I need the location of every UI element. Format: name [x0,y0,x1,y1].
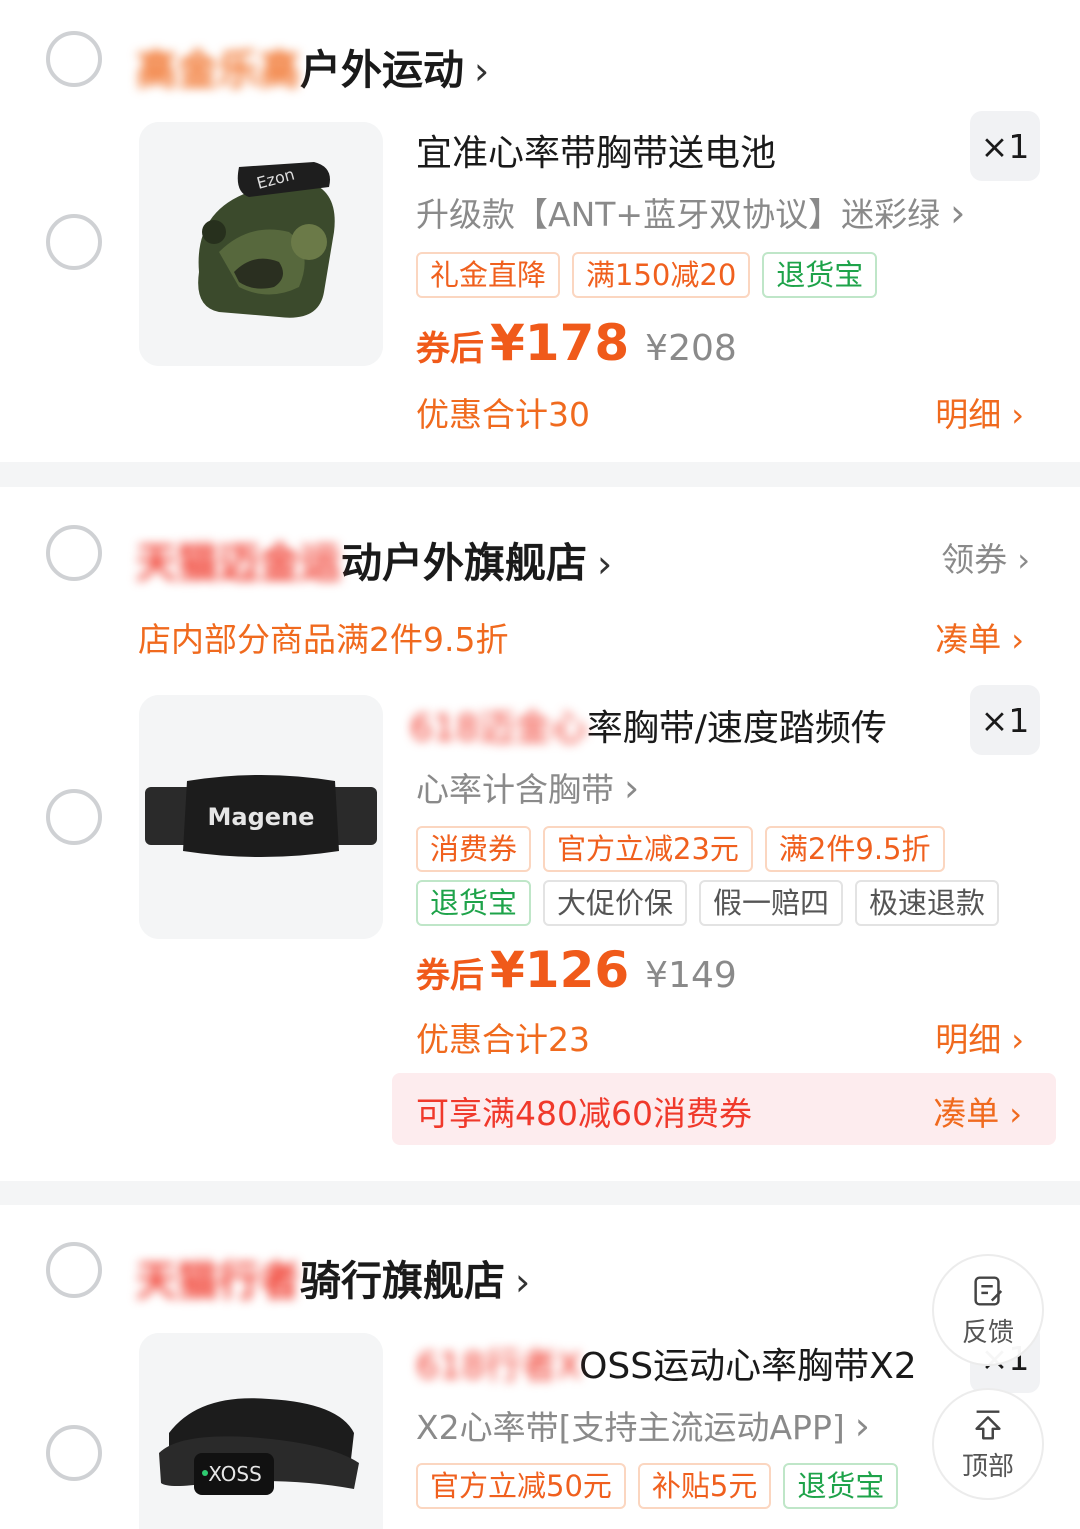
product-title-blurred: 618行者X [416,1346,580,1387]
svg-text:Magene: Magene [208,803,315,831]
chevron-right-icon: › [597,542,613,586]
shop-name[interactable]: 高金乐高户外运动 › [136,36,489,96]
product-spec-label: 升级款【ANT+蓝牙双协议】迷彩绿 [416,195,941,234]
tag-discount: 满150减20 [572,252,751,298]
product-image[interactable]: Magene [139,695,383,939]
coupon-combine-label: 凑单 [933,1094,1000,1133]
shop-select-radio[interactable] [46,31,102,87]
get-coupon-link[interactable]: 领券 › [941,533,1030,581]
product-title-blurred: 618迈金心 [410,708,587,749]
tag-subsidy: 补贴5元 [637,1463,772,1509]
item-select-radio[interactable] [46,789,102,845]
chevron-right-icon: › [515,1260,531,1304]
tag-gift-cash: 礼金直降 [416,252,561,298]
promo-tags-row1: 消费券 官方立减23元 满2件9.5折 [416,826,945,872]
tag-official-discount: 官方立减50元 [416,1463,626,1509]
saving-total: 优惠合计23 [416,1020,590,1059]
chevron-right-icon: › [624,766,640,810]
promo-tags: 官方立减50元 补贴5元 退货宝 [416,1463,899,1509]
combine-order-label: 凑单 [935,620,1002,659]
product-title[interactable]: 618行者XOSS运动心率胸带X2 [416,1337,917,1389]
shop-name[interactable]: 天猫迈金运动户外旗舰店 › [136,529,612,589]
tag-consumer-coupon: 消费券 [416,826,532,872]
item-select-radio[interactable] [46,214,102,270]
detail-link-label: 明细 [935,395,1002,434]
detail-link[interactable]: 明细 › [935,1013,1024,1061]
arrow-up-icon [975,1409,1001,1440]
feedback-button[interactable]: 反馈 [932,1254,1044,1366]
chevron-right-icon: › [1017,541,1030,579]
product-image[interactable]: XOSS [139,1333,383,1529]
chevron-right-icon: › [854,1404,870,1448]
coupon-combine-link[interactable]: 凑单 › [933,1087,1022,1135]
shop-name-blurred: 天猫行者 [136,1257,300,1305]
get-coupon-label: 领券 [941,540,1008,579]
chevron-right-icon: › [950,191,966,235]
saving-total: 优惠合计30 [416,395,590,434]
final-price: ¥126 [490,941,630,999]
feedback-label: 反馈 [961,1317,1014,1348]
shop-select-radio[interactable] [46,1242,102,1298]
product-spec[interactable]: 升级款【ANT+蓝牙双协议】迷彩绿 › [416,188,965,236]
product-title[interactable]: 618迈金心率胸带/速度踏频传 [410,699,887,751]
shop-name-blurred: 天猫迈金运 [136,539,341,587]
tag-fast-refund: 极速退款 [855,880,1000,926]
chevron-right-icon: › [1011,1021,1024,1059]
detail-link[interactable]: 明细 › [935,388,1024,436]
heart-rate-strap-xoss-image: XOSS [139,1333,383,1529]
product-image[interactable]: Ezon [139,122,383,366]
heart-rate-strap-magene-image: Magene [139,695,383,939]
quantity-badge[interactable]: ×1 [970,685,1040,755]
coupon-promo-bar[interactable]: 可享满480减60消费券 凑单 › [392,1073,1056,1145]
promo-tags: 礼金直降 满150减20 退货宝 [416,252,878,298]
tag-return-insurance: 退货宝 [783,1463,899,1509]
original-price: ¥149 [645,955,737,996]
edit-note-icon [974,1275,1003,1306]
product-spec[interactable]: 心率计含胸带 › [416,763,639,811]
tag-return-insurance: 退货宝 [416,880,532,926]
chevron-right-icon: › [474,49,490,93]
price-row: 券后 ¥178 ¥208 [416,314,737,372]
product-spec-label: X2心率带[支持主流运动APP] [416,1408,845,1447]
tag-fake-compensation: 假一赔四 [699,880,844,926]
heart-rate-strap-camo-image: Ezon [139,122,383,366]
chevron-right-icon: › [1011,396,1024,434]
final-price: ¥178 [490,314,630,372]
shop-name-label: 骑行旗舰店 [300,1257,505,1305]
item-select-radio[interactable] [46,1425,102,1481]
shop-section-2: 天猫迈金运动户外旗舰店 › 领券 › 店内部分商品满2件9.5折 凑单 › Magen… [0,487,1080,1181]
shop-section-3: 天猫行者骑行旗舰店› XOSS 618行者XOSS运动心率胸带X2 ×1 X2心… [0,1205,1080,1529]
combine-order-link[interactable]: 凑单 › [935,613,1024,661]
tag-return-insurance: 退货宝 [762,252,878,298]
tag-price-protect: 大促价保 [543,880,688,926]
top-label: 顶部 [961,1451,1014,1482]
shop-name-label: 户外运动 [300,46,464,94]
chevron-right-icon: › [1009,1095,1022,1133]
original-price: ¥208 [645,328,737,369]
product-spec-label: 心率计含胸带 [416,770,614,809]
tag-official-discount: 官方立减23元 [543,826,753,872]
coupon-promo-text: 可享满480减60消费券 [416,1094,752,1133]
detail-link-label: 明细 [935,1020,1002,1059]
price-label: 券后 [416,329,484,369]
price-label: 券后 [416,956,484,996]
product-spec[interactable]: X2心率带[支持主流运动APP] › [416,1401,870,1449]
chevron-right-icon: › [1011,621,1024,659]
shop-section-1: 高金乐高户外运动 › Ezon 宜准心率带胸带送电池 ×1 升级款【ANT+蓝牙双… [0,0,1080,462]
svg-text:XOSS: XOSS [208,1462,262,1486]
price-row: 券后 ¥126 ¥149 [416,941,737,999]
shop-promo-text: 店内部分商品满2件9.5折 [138,620,509,659]
back-to-top-button[interactable]: 顶部 [932,1388,1044,1500]
product-title-label: OSS运动心率胸带X2 [579,1346,917,1387]
shop-name-label: 动户外旗舰店 [341,539,587,587]
product-title[interactable]: 宜准心率带胸带送电池 [416,124,776,176]
promo-tags-row2: 退货宝 大促价保 假一赔四 极速退款 [416,880,1000,926]
product-title-label: 率胸带/速度踏频传 [586,708,887,749]
tag-multi-buy: 满2件9.5折 [764,826,945,872]
shop-name[interactable]: 天猫行者骑行旗舰店 › [136,1247,530,1307]
shop-select-radio[interactable] [46,525,102,581]
shop-name-blurred: 高金乐高 [136,46,300,94]
quantity-badge[interactable]: ×1 [970,111,1040,181]
